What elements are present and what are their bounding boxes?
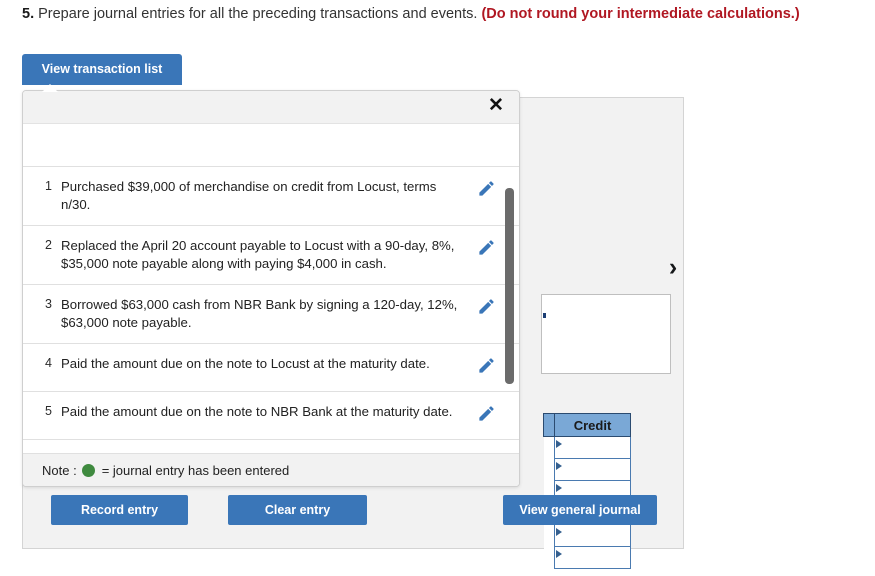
transaction-number: 5: [45, 404, 52, 418]
note-description: = journal entry has been entered: [101, 462, 290, 478]
memo-textarea[interactable]: [541, 294, 671, 374]
next-page-chevron-icon[interactable]: ›: [661, 253, 685, 281]
tab-pointer-caret-icon: [42, 84, 58, 92]
cell-marker-icon: [556, 528, 562, 536]
column-header-credit[interactable]: Credit: [554, 413, 631, 437]
close-icon[interactable]: ✕: [485, 94, 507, 118]
transaction-list: 1 Purchased $39,000 of merchandise on cr…: [23, 166, 519, 440]
note-legend: Note : = journal entry has been entered: [23, 453, 519, 486]
row-gutter: [543, 436, 555, 459]
question-number: 5.: [22, 6, 35, 22]
transaction-number: 1: [45, 179, 52, 193]
transaction-description: Paid the amount due on the note to Locus…: [61, 356, 430, 371]
question-text: Prepare journal entries for all the prec…: [34, 6, 482, 22]
transaction-number: 3: [45, 297, 52, 311]
transaction-description: Paid the amount due on the note to NBR B…: [61, 404, 453, 419]
list-item[interactable]: 4 Paid the amount due on the note to Loc…: [23, 344, 519, 392]
view-general-journal-button[interactable]: View general journal: [503, 495, 657, 525]
list-item[interactable]: 1 Purchased $39,000 of merchandise on cr…: [23, 166, 519, 226]
credit-cell[interactable]: [554, 546, 631, 569]
transaction-description: Replaced the April 20 account payable to…: [61, 238, 455, 271]
cell-marker-icon: [556, 484, 562, 492]
text-cursor-icon: [543, 313, 546, 318]
row-gutter: [543, 458, 555, 481]
transaction-description: Purchased $39,000 of merchandise on cred…: [61, 179, 437, 212]
table-row[interactable]: [543, 524, 631, 547]
view-transaction-list-button[interactable]: View transaction list: [22, 54, 182, 85]
green-dot-icon: [81, 463, 95, 477]
record-entry-button[interactable]: Record entry: [51, 495, 188, 525]
table-header-row: Credit: [543, 413, 631, 437]
transaction-description: Borrowed $63,000 cash from NBR Bank by s…: [61, 297, 458, 330]
cell-marker-icon: [556, 550, 562, 558]
cell-marker-icon: [556, 440, 562, 448]
transaction-number: 2: [45, 238, 52, 252]
table-row[interactable]: [543, 436, 631, 459]
list-item[interactable]: 2 Replaced the April 20 account payable …: [23, 226, 519, 285]
credit-cell[interactable]: [554, 524, 631, 547]
cell-marker-icon: [556, 462, 562, 470]
note-label: Note :: [42, 462, 77, 478]
modal-header: ✕: [23, 91, 519, 124]
credit-cell[interactable]: [554, 436, 631, 459]
table-row[interactable]: [543, 458, 631, 481]
row-gutter: [543, 546, 555, 569]
list-item[interactable]: 5 Paid the amount due on the note to NBR…: [23, 392, 519, 440]
transaction-list-scroll-area[interactable]: 1 Purchased $39,000 of merchandise on cr…: [23, 124, 519, 454]
credit-cell[interactable]: [554, 458, 631, 481]
question-warning: (Do not round your intermediate calculat…: [481, 6, 800, 22]
journal-credit-table: Credit: [543, 413, 631, 569]
row-gutter: [543, 524, 555, 547]
list-item[interactable]: 3 Borrowed $63,000 cash from NBR Bank by…: [23, 285, 519, 344]
table-header-gutter: [543, 413, 555, 437]
scrollbar-thumb[interactable]: [505, 188, 514, 384]
transaction-list-modal: ✕ 1 Purchased $39,000 of merchandise on …: [22, 90, 520, 487]
clear-entry-button[interactable]: Clear entry: [228, 495, 367, 525]
transaction-number: 4: [45, 356, 52, 370]
table-row[interactable]: [543, 546, 631, 569]
question-prompt: 5. Prepare journal entries for all the p…: [22, 4, 800, 24]
